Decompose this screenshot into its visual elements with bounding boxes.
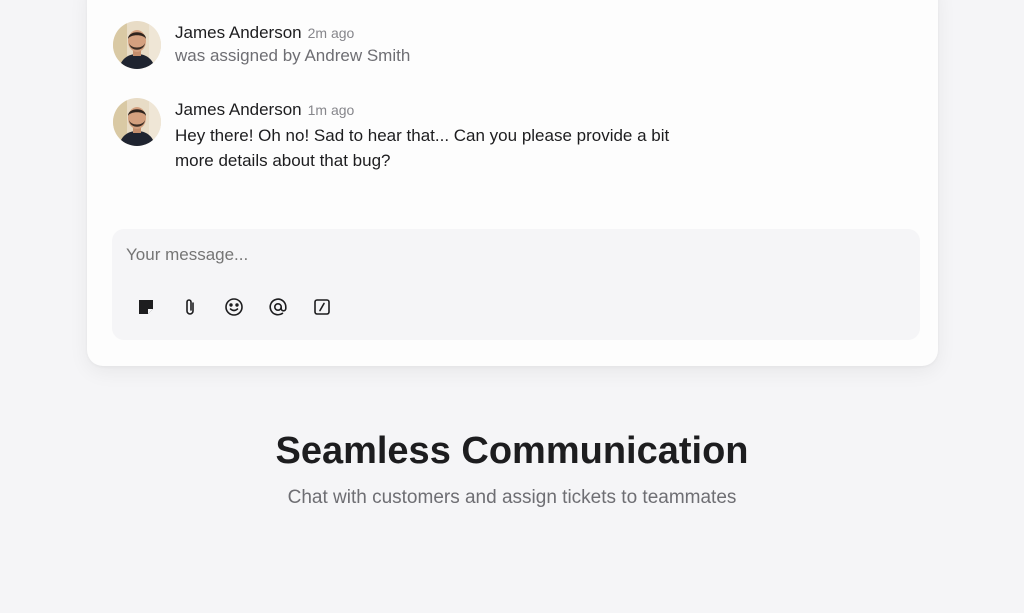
feature-title: Seamless Communication: [275, 430, 749, 472]
avatar[interactable]: [113, 98, 161, 146]
slash-command-icon[interactable]: [310, 295, 334, 319]
message-input[interactable]: [126, 245, 826, 265]
attachment-icon[interactable]: [178, 295, 202, 319]
avatar[interactable]: [113, 21, 161, 69]
message-author: James Anderson: [175, 23, 302, 42]
message-text: Hey there! Oh no! Sad to hear that... Ca…: [175, 126, 670, 170]
message-text: was assigned by Andrew Smith: [175, 46, 411, 65]
message-time: 1m ago: [307, 102, 355, 118]
person-avatar-icon: [113, 98, 161, 146]
composer-toolbar: [134, 295, 354, 319]
message-item: James Anderson 2m ago was assigned by An…: [113, 21, 410, 69]
message-item: James Anderson 1m ago Hey there! Oh no! …: [113, 98, 695, 173]
message-time: 2m ago: [307, 25, 355, 41]
mention-icon[interactable]: [266, 295, 290, 319]
emoji-icon[interactable]: [222, 295, 246, 319]
message-composer: [112, 229, 920, 340]
person-avatar-icon: [113, 21, 161, 69]
message-author: James Anderson: [175, 100, 302, 119]
note-icon[interactable]: [134, 295, 158, 319]
feature-subtitle: Chat with customers and assign tickets t…: [287, 487, 737, 508]
chat-card: James Anderson 2m ago was assigned by An…: [87, 0, 938, 366]
